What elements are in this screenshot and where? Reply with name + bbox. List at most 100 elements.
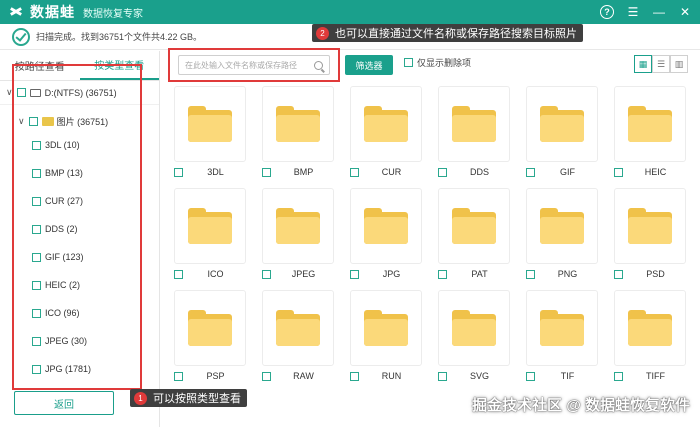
file-checkbox[interactable] [262, 371, 271, 381]
menu-icon: ☰ [627, 5, 639, 19]
help-button[interactable]: ? [598, 3, 616, 21]
file-thumbnail[interactable] [174, 188, 246, 264]
file-thumbnail[interactable] [614, 188, 686, 264]
file-name: 3DL [207, 167, 224, 177]
file-label-row: HEIC [614, 167, 694, 177]
file-name: PNG [557, 269, 578, 279]
file-thumbnail[interactable] [350, 290, 422, 366]
file-card[interactable]: PAT [434, 186, 522, 288]
file-name: PSP [206, 371, 225, 381]
file-card[interactable]: TIFF [610, 288, 698, 390]
file-thumbnail[interactable] [614, 86, 686, 162]
file-checkbox[interactable] [174, 269, 183, 279]
file-name: RUN [381, 371, 402, 381]
file-label-row: RAW [262, 371, 342, 381]
watermark: 掘金技术社区 @ 数据蛙恢复软件 [472, 397, 690, 414]
file-card[interactable]: JPG [346, 186, 434, 288]
file-thumbnail[interactable] [262, 86, 334, 162]
only-deleted-option[interactable]: 仅显示删除项 [404, 56, 471, 69]
search-input[interactable]: 在此处输入文件名称或保存路径 [178, 55, 330, 75]
list-view-icon[interactable]: ☰ [652, 55, 670, 73]
file-thumbnail[interactable] [438, 86, 510, 162]
folder-icon [540, 106, 584, 142]
file-card[interactable]: SVG [434, 288, 522, 390]
file-checkbox[interactable] [438, 167, 447, 177]
file-card[interactable]: PSP [170, 288, 258, 390]
folder-icon [540, 310, 584, 346]
back-button[interactable]: 返回 [14, 391, 114, 415]
file-thumbnail[interactable] [526, 188, 598, 264]
file-checkbox[interactable] [526, 269, 535, 279]
file-thumbnail[interactable] [526, 86, 598, 162]
callout-text: 也可以直接通过文件名称或保存路径搜索目标照片 [335, 28, 577, 40]
file-thumbnail[interactable] [526, 290, 598, 366]
file-thumbnail[interactable] [350, 188, 422, 264]
file-checkbox[interactable] [262, 269, 271, 279]
file-checkbox[interactable] [174, 371, 183, 381]
file-checkbox[interactable] [614, 269, 623, 279]
file-checkbox[interactable] [350, 371, 359, 381]
file-name: PSD [646, 269, 665, 279]
file-name: PAT [471, 269, 488, 279]
search-icon[interactable] [314, 60, 323, 70]
file-name: ICO [207, 269, 224, 279]
file-thumbnail[interactable] [262, 290, 334, 366]
file-checkbox[interactable] [614, 371, 623, 381]
file-checkbox[interactable] [262, 167, 271, 177]
file-thumbnail[interactable] [262, 188, 334, 264]
folder-icon [540, 208, 584, 244]
file-card[interactable]: JPEG [258, 186, 346, 288]
file-checkbox[interactable] [350, 167, 359, 177]
file-label-row: JPG [350, 269, 430, 279]
grid-view-icon[interactable]: ▦ [634, 55, 652, 73]
detail-view-icon[interactable]: ▥ [670, 55, 688, 73]
file-card[interactable]: 3DL [170, 84, 258, 186]
file-thumbnail[interactable] [438, 188, 510, 264]
folder-icon [276, 106, 320, 142]
folder-icon [452, 310, 496, 346]
file-label-row: TIFF [614, 371, 694, 381]
file-grid: 3DL BMP CUR DDS GIF HEIC ICO JPEG JPG PAT PNG PSD PS… [170, 84, 700, 427]
file-thumbnail[interactable] [174, 290, 246, 366]
file-card[interactable]: BMP [258, 84, 346, 186]
file-card[interactable]: RUN [346, 288, 434, 390]
folder-icon [276, 310, 320, 346]
file-thumbnail[interactable] [350, 86, 422, 162]
file-card[interactable]: CUR [346, 84, 434, 186]
file-card[interactable]: DDS [434, 84, 522, 186]
filter-button[interactable]: 筛选器 [345, 55, 393, 75]
only-deleted-label: 仅显示删除项 [417, 58, 472, 68]
file-card[interactable]: PSD [610, 186, 698, 288]
close-icon: ✕ [679, 5, 691, 19]
file-label-row: JPEG [262, 269, 342, 279]
menu-button[interactable]: ☰ [624, 3, 642, 21]
file-card[interactable]: GIF [522, 84, 610, 186]
file-checkbox[interactable] [526, 167, 535, 177]
folder-icon [276, 208, 320, 244]
minimize-icon: — [653, 5, 665, 19]
file-card[interactable]: HEIC [610, 84, 698, 186]
file-checkbox[interactable] [438, 371, 447, 381]
file-card[interactable]: TIF [522, 288, 610, 390]
file-checkbox[interactable] [614, 167, 623, 177]
file-label-row: TIF [526, 371, 606, 381]
file-checkbox[interactable] [526, 371, 535, 381]
file-thumbnail[interactable] [614, 290, 686, 366]
file-label-row: ICO [174, 269, 254, 279]
file-checkbox[interactable] [350, 269, 359, 279]
file-thumbnail[interactable] [174, 86, 246, 162]
only-deleted-checkbox[interactable] [404, 58, 413, 67]
file-card[interactable]: PNG [522, 186, 610, 288]
file-card[interactable]: RAW [258, 288, 346, 390]
minimize-button[interactable]: — [650, 3, 668, 21]
close-button[interactable]: ✕ [676, 3, 694, 21]
file-thumbnail[interactable] [438, 290, 510, 366]
scan-status-text: 扫描完成。找到36751个文件共4.22 GB。 [36, 32, 203, 42]
file-card[interactable]: ICO [170, 186, 258, 288]
callout-type-tip: 1 可以按照类型查看 [130, 389, 247, 407]
file-label-row: 3DL [174, 167, 254, 177]
file-checkbox[interactable] [438, 269, 447, 279]
file-checkbox[interactable] [174, 167, 183, 177]
file-name: JPG [382, 269, 401, 279]
callout-number: 1 [134, 391, 147, 405]
